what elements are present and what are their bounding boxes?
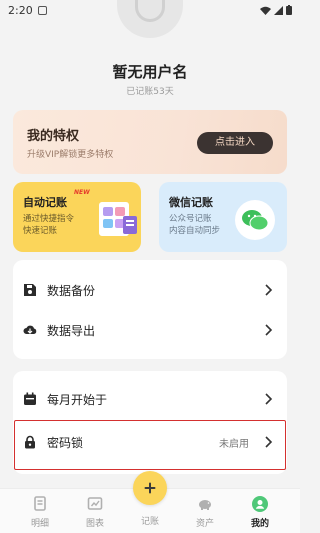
- chart-icon: [87, 497, 103, 510]
- tab-record[interactable]: 记账: [125, 511, 175, 527]
- privilege-subtitle: 升级VIP解锁更多特权: [27, 150, 114, 160]
- shortcut-app-illustration-icon: [99, 202, 137, 236]
- tab-charts[interactable]: 图表: [70, 495, 120, 529]
- auto-bookkeeping-desc: 通过快捷指令 快速记账: [23, 213, 74, 237]
- data-export-row[interactable]: 数据导出: [13, 310, 287, 350]
- wechat-bookkeeping-desc: 公众号记账 内容自动同步: [169, 213, 220, 237]
- tab-charts-label: 图表: [85, 519, 104, 529]
- auto-desc-line2: 快速记账: [23, 226, 58, 236]
- avatar-face-icon: [135, 0, 165, 22]
- auto-bookkeeping-title: 自动记账: [23, 196, 67, 209]
- add-record-button[interactable]: [133, 471, 167, 505]
- tab-mine-label: 我的: [250, 519, 269, 529]
- wechat-bookkeeping-card[interactable]: 微信记账 公众号记账 内容自动同步: [159, 182, 287, 252]
- recorded-days: 已记账53天: [126, 87, 174, 97]
- month-start-row[interactable]: 每月开始于: [13, 379, 287, 419]
- auto-desc-line1: 通过快捷指令: [23, 214, 75, 224]
- calendar-icon: [24, 392, 36, 405]
- data-export-label: 数据导出: [47, 323, 96, 338]
- privilege-card[interactable]: 我的特权 升级VIP解锁更多特权 点击进入: [13, 110, 287, 174]
- receipt-icon: [34, 496, 46, 511]
- wechat-bookkeeping-title: 微信记账: [169, 196, 213, 209]
- tab-mine[interactable]: 我的: [235, 495, 285, 529]
- save-icon: [24, 284, 36, 296]
- signal-icon: [274, 5, 283, 15]
- avatar[interactable]: [117, 0, 183, 38]
- privilege-enter-button[interactable]: 点击进入: [197, 132, 273, 154]
- notification-icon: [37, 5, 47, 15]
- piggy-bank-icon: [199, 500, 211, 510]
- tab-assets[interactable]: 资产: [180, 495, 230, 529]
- privilege-title: 我的特权: [27, 129, 80, 144]
- user-icon: [252, 496, 268, 512]
- wifi-icon: [260, 6, 271, 15]
- tab-details-label: 明细: [30, 519, 49, 529]
- chevron-right-icon: [265, 284, 273, 296]
- tab-record-label: 记账: [140, 517, 159, 527]
- wechat-desc-line2: 内容自动同步: [169, 226, 221, 236]
- wechat-logo-icon: [235, 200, 275, 240]
- plus-icon: [144, 482, 156, 494]
- cloud-download-icon: [23, 325, 37, 334]
- password-lock-highlight: [14, 420, 286, 470]
- username[interactable]: 暂无用户名: [0, 61, 300, 82]
- auto-bookkeeping-card[interactable]: 自动记账 NEW 通过快捷指令 快速记账: [13, 182, 141, 252]
- status-left: 2:20: [8, 4, 47, 17]
- chevron-right-icon: [265, 324, 273, 336]
- battery-icon: [286, 5, 292, 15]
- wechat-desc-line1: 公众号记账: [169, 214, 212, 224]
- chevron-right-icon: [265, 393, 273, 405]
- data-backup-label: 数据备份: [47, 283, 96, 298]
- tab-details[interactable]: 明细: [15, 495, 65, 529]
- tab-assets-label: 资产: [195, 519, 214, 529]
- data-settings-section: 数据备份 数据导出: [13, 260, 287, 359]
- status-time: 2:20: [8, 3, 33, 17]
- month-start-label: 每月开始于: [47, 392, 108, 407]
- new-badge: NEW: [74, 189, 90, 196]
- data-backup-row[interactable]: 数据备份: [13, 270, 287, 310]
- status-right: [260, 5, 292, 15]
